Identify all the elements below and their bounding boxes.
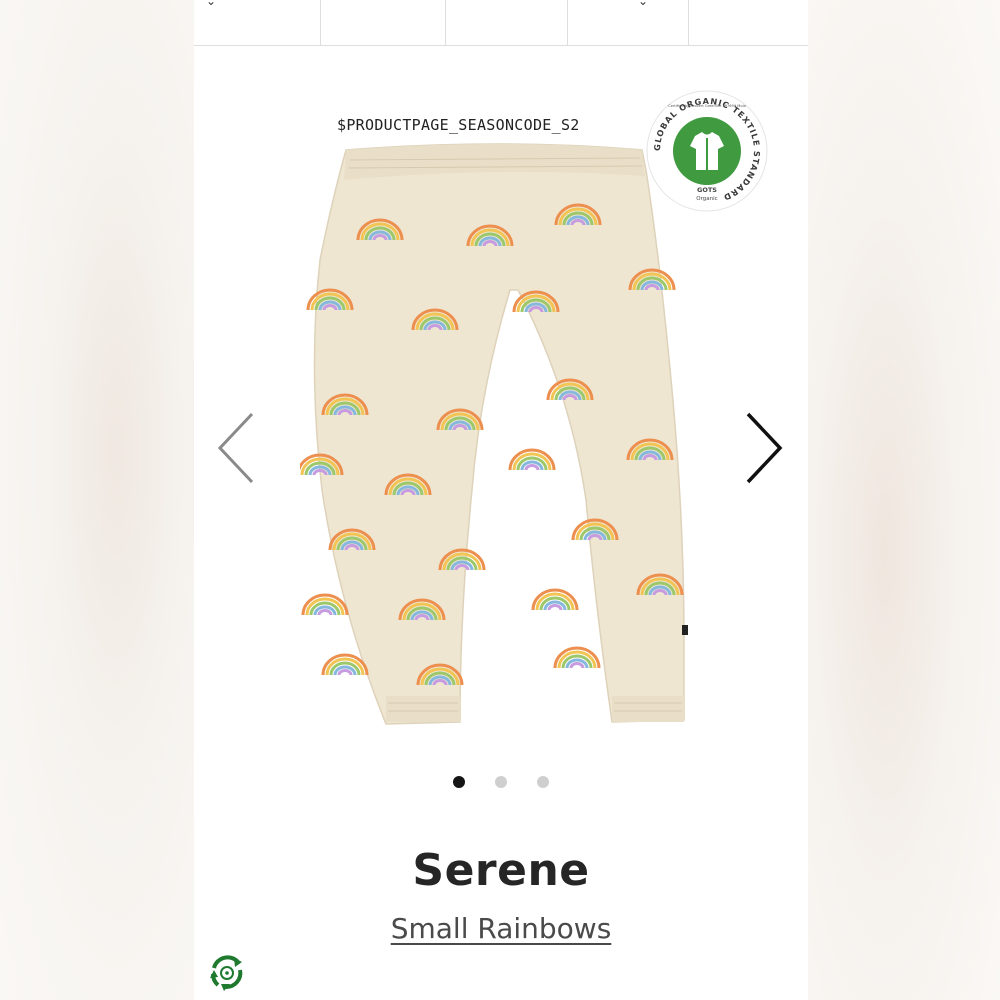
gots-organic-label: Organic [696, 196, 717, 202]
nav-icon-partial-2: ⌄ [638, 0, 649, 8]
rainbow-print-pants-image [300, 143, 688, 725]
gots-short-label: GOTS [697, 186, 717, 194]
carousel-dot-3[interactable] [537, 776, 549, 788]
nav-cell-2[interactable] [321, 0, 446, 45]
gots-certifier-text: Certified by Ecocert Greenlife 197699 Mo… [668, 104, 746, 108]
product-title: Serene [412, 845, 590, 896]
carousel-next-button[interactable] [740, 408, 790, 488]
season-code: $PRODUCTPAGE_SEASONCODE_S2 [337, 116, 580, 134]
nav-icon-partial: ⌄ [206, 0, 217, 8]
left-backdrop [0, 0, 194, 1000]
product-print-link[interactable]: Small Rainbows [391, 912, 612, 945]
gots-certification-badge: GLOBAL ORGANIC TEXTILE STANDARD Organic … [646, 90, 768, 212]
recycle-floating-button[interactable] [204, 950, 250, 996]
top-navigation-bar: ⌄ ⌄ [194, 0, 808, 46]
right-backdrop [808, 0, 1000, 1000]
nav-cell-5[interactable] [689, 0, 808, 45]
product-page: ⌄ ⌄ $PRODUCTPAGE_SEASONCODE_S2 GLOBAL OR… [194, 0, 808, 1000]
nav-cell-3[interactable] [446, 0, 568, 45]
product-print-wrapper: Small Rainbows [194, 912, 808, 945]
carousel-pagination [194, 774, 808, 790]
chevron-right-icon [746, 412, 783, 484]
nav-cell-4[interactable]: ⌄ [568, 0, 689, 45]
carousel-prev-button[interactable] [214, 408, 264, 488]
nav-cell-1[interactable]: ⌄ [194, 0, 321, 45]
carousel-dot-2[interactable] [495, 776, 507, 788]
carousel-dot-1[interactable] [453, 776, 465, 788]
chevron-left-icon [217, 412, 254, 484]
